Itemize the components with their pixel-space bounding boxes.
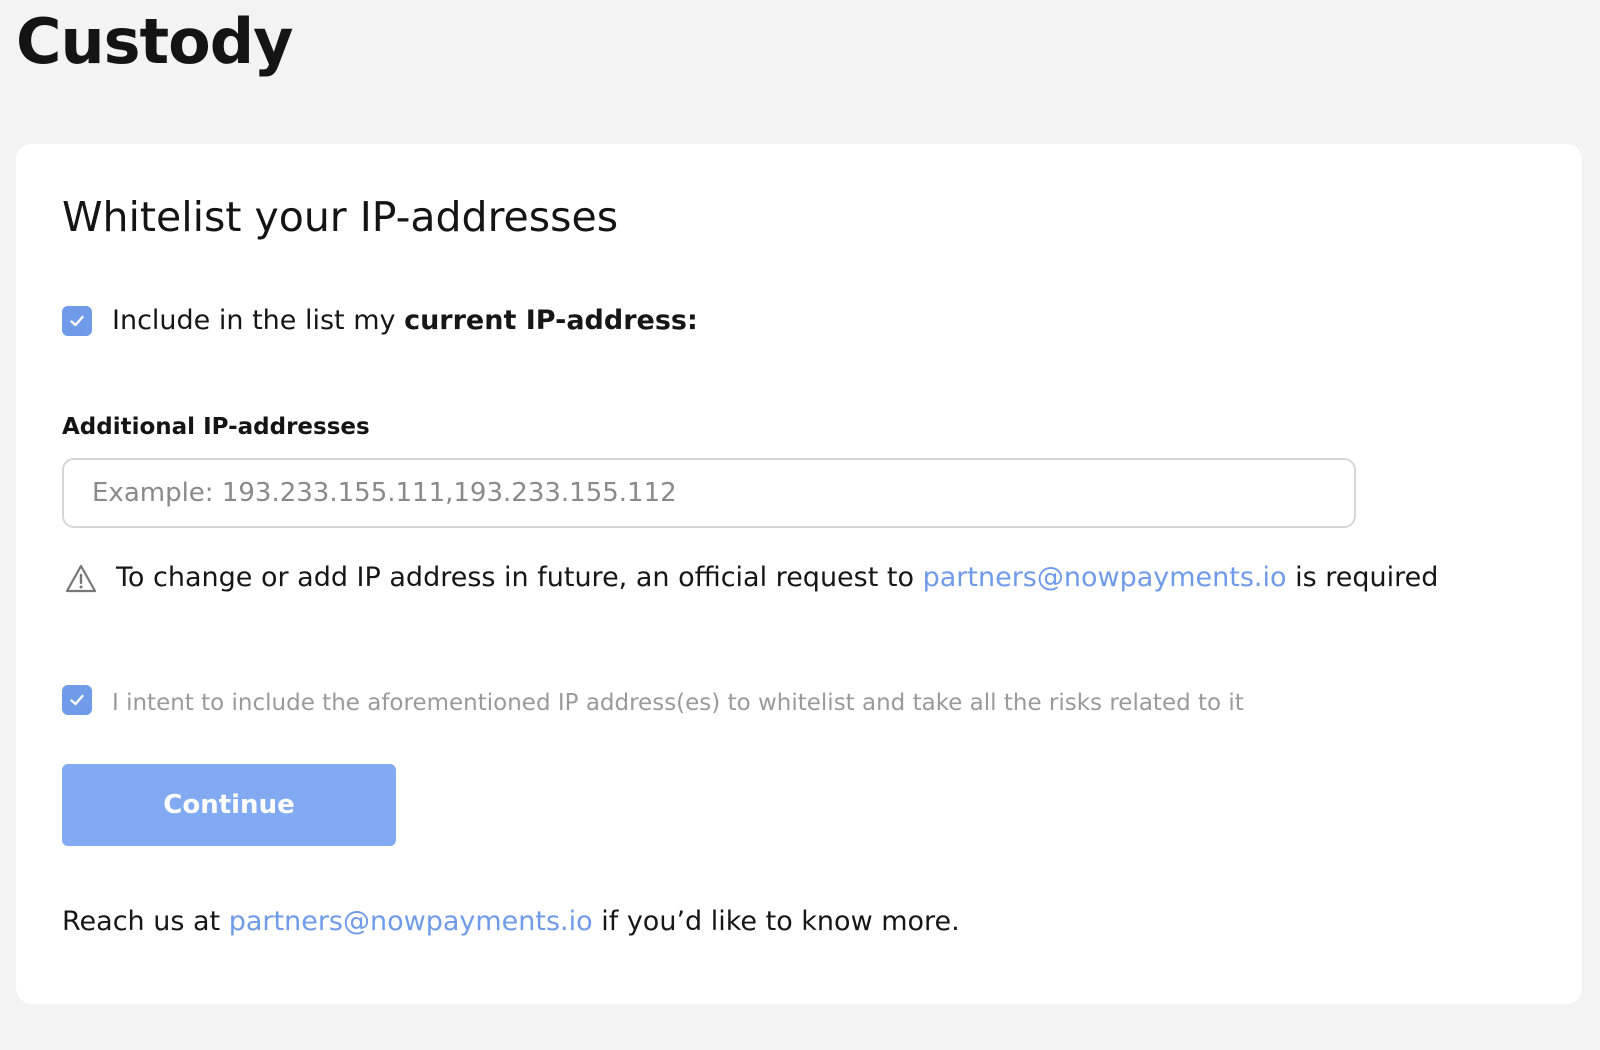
footer-text-before: Reach us at (62, 906, 229, 937)
continue-button[interactable]: Continue (62, 764, 396, 846)
additional-ips-input[interactable] (62, 458, 1356, 528)
warning-text-after: is required (1286, 562, 1439, 593)
consent-label: I intent to include the aforementioned I… (112, 690, 1244, 716)
ip-whitelist-card: Whitelist your IP-addresses Include in t… (16, 144, 1582, 1004)
consent-checkbox[interactable] (62, 685, 92, 715)
warning-email-link[interactable]: partners@nowpayments.io (923, 562, 1287, 593)
current-ip-label: Include in the list my current IP-addres… (112, 304, 698, 338)
page-title: Custody (16, 5, 294, 78)
warning-text: To change or add IP address in future, a… (116, 560, 1438, 596)
current-ip-label-prefix: Include in the list my (112, 305, 405, 336)
checkmark-icon (70, 694, 84, 706)
additional-ips-label: Additional IP-addresses (62, 414, 370, 440)
footer-text-after: if you’d like to know more. (592, 906, 960, 937)
card-title: Whitelist your IP-addresses (62, 193, 619, 241)
warning-text-before: To change or add IP address in future, a… (116, 562, 923, 593)
current-ip-label-bold: current IP-address: (404, 305, 698, 336)
checkmark-icon (70, 315, 84, 327)
warning-triangle-icon (65, 564, 97, 593)
footer-text: Reach us at partners@nowpayments.io if y… (62, 904, 960, 940)
footer-email-link[interactable]: partners@nowpayments.io (229, 906, 593, 937)
include-current-ip-checkbox[interactable] (62, 306, 92, 336)
